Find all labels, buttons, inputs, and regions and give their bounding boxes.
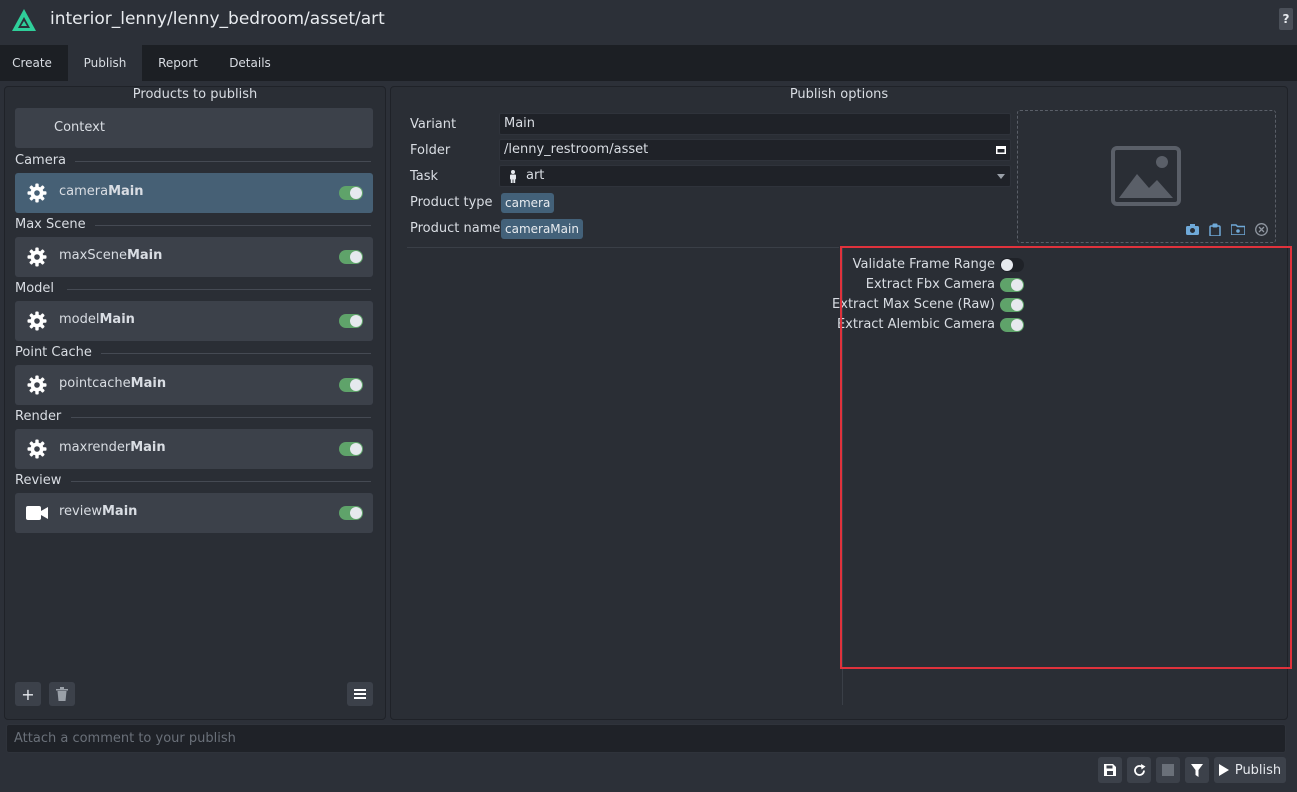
- instance-model-main[interactable]: modelMain: [15, 301, 373, 341]
- instance-enable-toggle[interactable]: [339, 186, 363, 200]
- product-name-value: cameraMain: [501, 219, 583, 239]
- filter-icon: [1191, 763, 1203, 777]
- products-menu-button[interactable]: [347, 682, 373, 706]
- instance-enable-toggle[interactable]: [339, 314, 363, 328]
- instance-enable-toggle[interactable]: [339, 250, 363, 264]
- image-placeholder-icon: [1111, 146, 1181, 206]
- publish-button-label: Publish: [1234, 762, 1282, 778]
- stop-button[interactable]: [1156, 757, 1180, 783]
- folder-browse-icon[interactable]: [996, 146, 1006, 154]
- product-type-label: Product type: [410, 195, 493, 210]
- paste-icon[interactable]: [1209, 223, 1221, 236]
- window-title: interior_lenny/lenny_bedroom/asset/art: [50, 9, 385, 29]
- chevron-down-icon: [997, 174, 1005, 179]
- product-name-label: Product name: [410, 221, 501, 236]
- save-button[interactable]: [1098, 757, 1122, 783]
- ayon-logo-icon: [12, 9, 36, 31]
- group-label-camera: Camera: [15, 153, 67, 168]
- instance-enable-toggle[interactable]: [339, 442, 363, 456]
- person-icon: [510, 170, 516, 183]
- folder-input[interactable]: /lenny_restroom/asset: [499, 139, 1011, 161]
- tab-bar: Create Publish Report Details: [0, 45, 1297, 81]
- instance-pointcache-main[interactable]: pointcacheMain: [15, 365, 373, 405]
- instance-maxrender-main[interactable]: maxrenderMain: [15, 429, 373, 469]
- stop-icon: [1162, 764, 1174, 776]
- play-icon: [1218, 764, 1229, 776]
- reset-button[interactable]: [1127, 757, 1151, 783]
- instance-label: maxrenderMain: [59, 440, 166, 455]
- video-camera-icon: [26, 506, 48, 520]
- task-select[interactable]: art: [499, 165, 1011, 187]
- gear-icon: [27, 247, 47, 267]
- variant-input[interactable]: Main: [499, 113, 1011, 135]
- instance-label: reviewMain: [59, 504, 138, 519]
- context-item[interactable]: Context: [15, 108, 373, 148]
- folder-value: /lenny_restroom/asset: [504, 142, 649, 157]
- product-type-value: camera: [501, 193, 555, 213]
- group-label-point-cache: Point Cache: [15, 345, 92, 360]
- tab-report[interactable]: Report: [146, 45, 210, 81]
- gear-icon: [27, 311, 47, 331]
- add-product-button[interactable]: +: [15, 682, 41, 706]
- title-bar: interior_lenny/lenny_bedroom/asset/art ?: [0, 0, 1297, 44]
- tab-publish[interactable]: Publish: [68, 45, 142, 81]
- instance-label: modelMain: [59, 312, 135, 327]
- group-divider: [101, 353, 371, 354]
- refresh-icon: [1133, 763, 1145, 776]
- task-value: art: [526, 168, 545, 183]
- comment-input[interactable]: Attach a comment to your publish: [6, 724, 1286, 753]
- group-divider: [71, 481, 371, 482]
- options-divider: [407, 247, 839, 248]
- instance-enable-toggle[interactable]: [339, 506, 363, 520]
- instance-enable-toggle[interactable]: [339, 378, 363, 392]
- gear-icon: [27, 439, 47, 459]
- group-label-model: Model: [15, 281, 55, 296]
- save-icon: [1104, 764, 1116, 776]
- thumbnail-dropzone[interactable]: [1017, 110, 1276, 243]
- tab-details[interactable]: Details: [214, 45, 286, 81]
- instance-label: pointcacheMain: [59, 376, 167, 391]
- folder-label: Folder: [410, 143, 451, 158]
- help-button[interactable]: ?: [1279, 8, 1293, 30]
- highlight-box: [840, 246, 1292, 669]
- group-divider: [71, 417, 371, 418]
- task-label: Task: [410, 169, 439, 184]
- delete-product-button[interactable]: [49, 682, 75, 706]
- gear-icon: [27, 375, 47, 395]
- instance-label: maxSceneMain: [59, 248, 163, 263]
- folder-image-icon[interactable]: [1231, 224, 1245, 235]
- group-label-review: Review: [15, 473, 62, 488]
- trash-icon: [56, 687, 68, 701]
- clear-thumbnail-icon[interactable]: [1255, 223, 1268, 236]
- instance-camera-main[interactable]: cameraMain: [15, 173, 373, 213]
- group-divider: [75, 161, 371, 162]
- instance-maxscene-main[interactable]: maxSceneMain: [15, 237, 373, 277]
- tab-create[interactable]: Create: [0, 45, 64, 81]
- publish-options-title: Publish options: [789, 87, 889, 102]
- products-panel: Products to publish Context Camera camer…: [4, 86, 386, 720]
- gear-icon: [27, 183, 47, 203]
- group-label-max-scene: Max Scene: [15, 217, 86, 232]
- publish-button[interactable]: Publish: [1214, 757, 1286, 783]
- group-divider: [67, 289, 371, 290]
- group-label-render: Render: [15, 409, 62, 424]
- group-divider: [95, 225, 371, 226]
- camera-icon[interactable]: [1186, 224, 1199, 235]
- instance-review-main[interactable]: reviewMain: [15, 493, 373, 533]
- products-panel-title: Products to publish: [132, 87, 258, 102]
- variant-label: Variant: [410, 117, 457, 132]
- hamburger-menu-icon: [354, 689, 366, 699]
- instance-label: cameraMain: [59, 184, 144, 199]
- validate-button[interactable]: [1185, 757, 1209, 783]
